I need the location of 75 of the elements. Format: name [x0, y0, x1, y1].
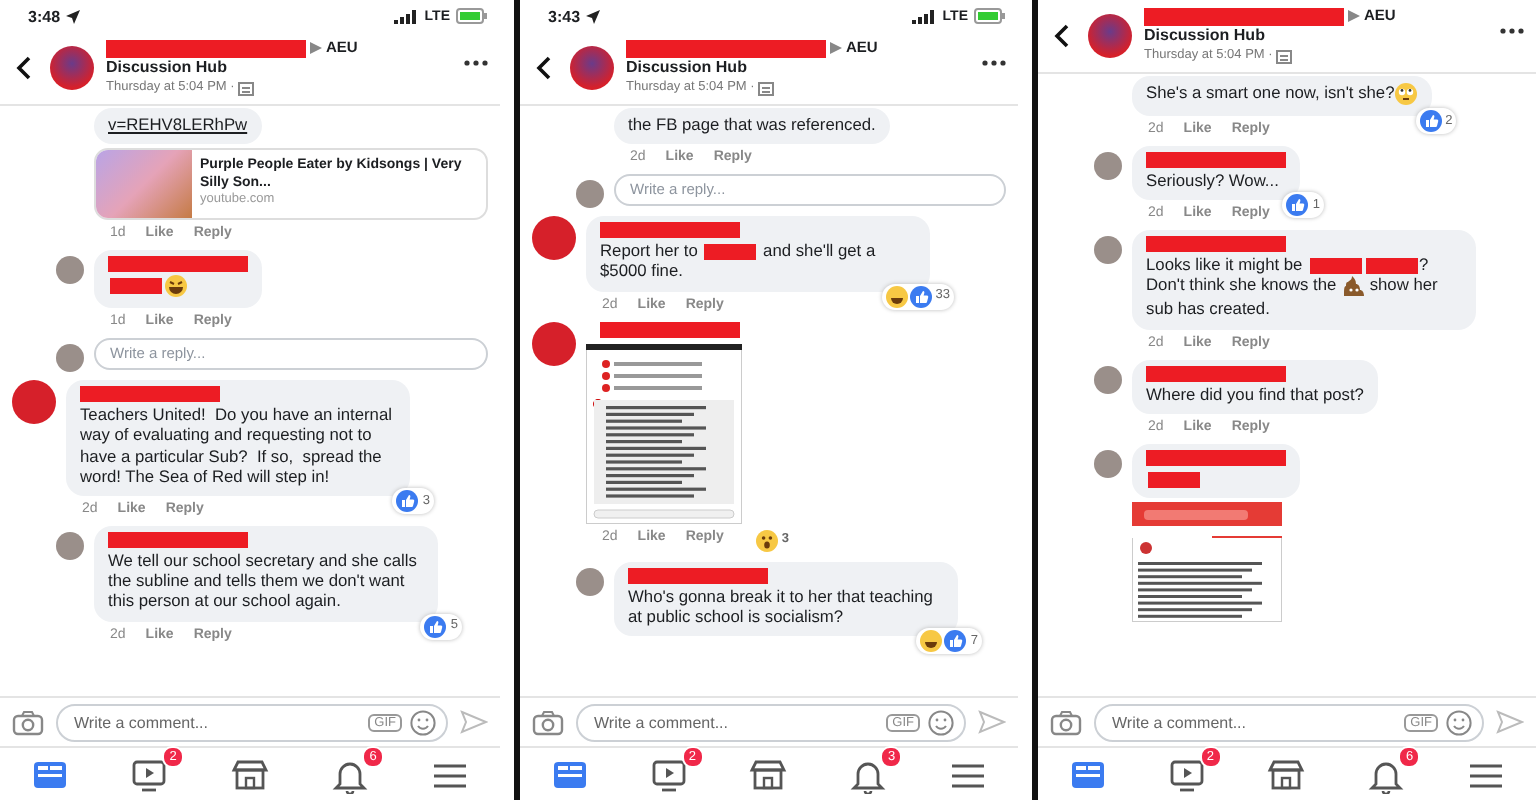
more-options-icon[interactable] — [982, 60, 1006, 66]
camera-icon[interactable] — [1050, 709, 1082, 735]
eye-roll-emoji-icon — [1394, 82, 1419, 106]
poop-emoji-icon — [1341, 274, 1365, 299]
back-icon[interactable] — [1054, 24, 1070, 48]
post-title: Discussion Hub — [106, 58, 229, 78]
group-avatar-image — [50, 46, 94, 90]
comment-text: Seriously? Wow... — [1146, 170, 1281, 191]
avatar-photo — [56, 532, 84, 561]
back-icon[interactable] — [536, 56, 552, 80]
laughing-reaction-icon — [885, 285, 908, 308]
avatar-photo — [12, 380, 56, 425]
smiley-icon[interactable] — [928, 709, 954, 735]
comment-text: Looks like it might be ? Don't think she knows the show her sub has created. — [1146, 254, 1440, 320]
redaction-bar — [704, 243, 757, 260]
comment-text: the FB page that was referenced. — [628, 114, 876, 135]
avatar-photo — [56, 344, 84, 373]
right-triangle-icon — [1348, 10, 1360, 22]
redaction-bar — [80, 386, 220, 403]
avatar-photo — [1094, 449, 1122, 478]
status-time: 3:48 — [28, 7, 61, 25]
camera-icon[interactable] — [532, 709, 564, 735]
location-arrow-icon — [66, 9, 81, 23]
redaction-bar — [1365, 257, 1418, 274]
group-avatar-image — [1088, 14, 1132, 58]
more-options-icon[interactable] — [1500, 28, 1524, 34]
avatar-photo — [1094, 236, 1122, 265]
right-triangle-icon — [310, 42, 322, 54]
comment-text: Teachers United! Do you have an internal way of evaluating and requesting not to have a particular Sub? If so, spread the word! The Sea of Red will step in! — [80, 404, 394, 487]
avatar-photo — [532, 216, 576, 261]
group-privacy-icon — [1276, 49, 1293, 63]
signal-icon — [912, 9, 937, 23]
back-icon[interactable] — [16, 56, 32, 80]
redaction-bar — [1146, 152, 1286, 168]
avatar-photo — [1094, 365, 1122, 394]
redaction-bar — [108, 532, 248, 549]
redaction-bar — [110, 278, 162, 295]
redaction-bar — [1146, 449, 1286, 466]
redaction-bar — [1146, 236, 1286, 253]
redaction-bar — [1309, 257, 1362, 274]
redaction-bar — [600, 222, 740, 239]
status-time: 3:43 — [548, 7, 581, 25]
redaction-bar — [1146, 365, 1286, 382]
surprised-reaction-icon — [755, 529, 778, 552]
laughing-reaction-icon — [920, 630, 943, 653]
laughing-emoji-icon — [164, 274, 188, 299]
comment-text: We tell our school secretary and she calls the subline and tells them we don't want this person at our school again. — [108, 550, 419, 612]
video-thumbnail-image — [96, 150, 192, 219]
comment-text: Who's gonna break it to her that teaching at public school is socialism? — [628, 585, 935, 627]
signal-icon — [394, 9, 419, 23]
post-title: Discussion Hub — [626, 58, 749, 78]
avatar-photo — [576, 180, 604, 209]
smiley-icon[interactable] — [1446, 709, 1472, 735]
battery-charging-icon — [456, 8, 488, 24]
avatar-photo — [56, 256, 84, 285]
smiley-icon[interactable] — [410, 709, 436, 735]
redaction-bar — [108, 256, 248, 273]
group-avatar-image — [570, 46, 614, 90]
avatar-photo — [1094, 152, 1122, 180]
comment-text: Where did you find that post? — [1146, 383, 1364, 404]
redaction-bar — [628, 567, 768, 584]
redaction-bar — [1148, 471, 1200, 488]
avatar-photo — [532, 321, 576, 366]
camera-icon[interactable] — [12, 709, 44, 735]
group-privacy-icon — [238, 81, 255, 95]
right-triangle-icon — [830, 42, 842, 54]
avatar-photo — [576, 567, 604, 596]
group-privacy-icon — [758, 81, 775, 95]
location-arrow-icon — [586, 9, 601, 23]
comment-text: Report her to and she'll get a $5000 fine. — [600, 240, 878, 282]
comment-text: She's a smart one now, isn't she? — [1146, 82, 1419, 106]
post-title: Discussion Hub — [1144, 26, 1267, 46]
battery-charging-icon — [974, 8, 1006, 24]
link[interactable]: v=REHV8LERhPw — [108, 114, 248, 134]
more-options-icon[interactable] — [464, 60, 488, 66]
